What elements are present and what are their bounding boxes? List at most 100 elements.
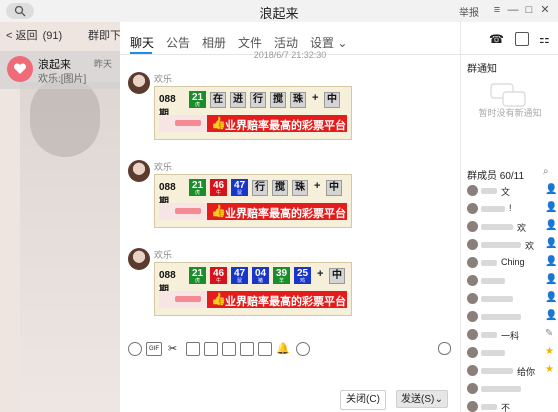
thumbs-up-icon: 👍 xyxy=(211,116,226,130)
document-icon[interactable] xyxy=(258,342,272,356)
tab-settings[interactable]: 设置 ⌄ xyxy=(310,34,347,51)
lottery-image[interactable]: 088期21虎46牛47鼠行搅珠+中👍业界赔率最高的彩票平台 xyxy=(154,174,352,228)
special-tag: 中 xyxy=(324,92,340,108)
thumbs-up-icon: 👍 xyxy=(211,204,226,218)
member-item[interactable]: Ching 👤 xyxy=(465,256,557,272)
scissors-icon[interactable]: ✂ xyxy=(168,342,180,355)
chat-list-item[interactable]: 浪起来 欢乐:[图片] 昨天 xyxy=(0,51,120,89)
member-role-icon: 👤 xyxy=(545,274,558,285)
blurred-name xyxy=(481,188,497,194)
number-ball: 46 牛 xyxy=(210,267,227,284)
folder-icon[interactable] xyxy=(186,342,200,356)
avatar[interactable] xyxy=(128,72,150,94)
heart-icon xyxy=(13,63,27,74)
tab-activity[interactable]: 活动 xyxy=(274,34,298,51)
chevron-down-icon[interactable]: ⌄ xyxy=(435,391,443,409)
member-item[interactable]: 给你 ★ xyxy=(465,364,557,380)
member-role-icon: 👤 xyxy=(545,310,558,321)
ball-zodiac: 羊 xyxy=(278,278,284,284)
blurred-name xyxy=(481,314,521,320)
avatar xyxy=(467,329,478,340)
member-item[interactable]: ! 👤 xyxy=(465,202,557,218)
blurred-name xyxy=(481,206,505,212)
member-item[interactable]: 欢 👤 xyxy=(465,220,557,236)
member-role-icon: ✎ xyxy=(545,328,554,339)
number-ball: 39 羊 xyxy=(273,267,290,284)
blurred-name xyxy=(481,278,505,284)
ball-zodiac: 牛 xyxy=(215,278,221,284)
calendar-icon[interactable] xyxy=(515,32,529,46)
send-button[interactable]: 发送(S) ⌄ xyxy=(396,390,448,408)
avatar xyxy=(467,257,478,268)
menu-icon[interactable]: ≡ xyxy=(490,3,504,17)
number-ball: 21 虎 xyxy=(189,267,206,284)
plus-sign: + xyxy=(317,268,324,280)
message-sender: 欢乐 xyxy=(154,74,173,84)
member-item[interactable] xyxy=(465,382,557,398)
report-button[interactable]: 举报 xyxy=(459,4,479,19)
ball-zodiac: 虎 xyxy=(194,102,200,108)
tab-files[interactable]: 文件 xyxy=(238,34,262,51)
avatar xyxy=(467,185,478,196)
status-tag: 在 xyxy=(210,92,226,108)
more-icon[interactable] xyxy=(296,342,310,356)
notice-title: 群通知 xyxy=(467,64,497,75)
number-ball: 47 鼠 xyxy=(231,267,248,284)
chat-preview: 欢乐:[图片] xyxy=(38,74,87,85)
member-name: 欢 xyxy=(525,241,535,251)
blurred-name xyxy=(481,368,513,374)
ball-zodiac: 鸡 xyxy=(299,278,305,284)
lottery-image[interactable]: 088期21虎在进行搅珠+中👍业界赔率最高的彩票平台 xyxy=(154,86,352,140)
ball-zodiac: 虎 xyxy=(194,278,200,284)
bell-icon[interactable]: 🔔 xyxy=(276,342,290,355)
ball-zodiac: 鼠 xyxy=(236,278,242,284)
number-ball: 21 虎 xyxy=(189,91,206,108)
search-icon[interactable]: ⌕ xyxy=(543,166,549,177)
member-name: 文 xyxy=(501,187,511,197)
emoji-icon[interactable] xyxy=(128,342,142,356)
tab-chat[interactable]: 聊天 xyxy=(130,34,154,51)
avatar[interactable] xyxy=(128,248,150,270)
phone-icon[interactable]: ☎ xyxy=(489,32,504,46)
avatar[interactable] xyxy=(128,160,150,182)
gif-icon[interactable]: GIF xyxy=(146,342,162,356)
member-item[interactable]: 不 xyxy=(465,400,557,412)
tab-album[interactable]: 相册 xyxy=(202,34,226,51)
member-item[interactable]: 👤 xyxy=(465,292,557,308)
maximize-icon[interactable]: □ xyxy=(522,3,536,17)
status-tag: 搅 xyxy=(270,92,286,108)
member-item[interactable]: 一科 ✎ xyxy=(465,328,557,344)
close-button[interactable]: 关闭(C) xyxy=(340,390,386,410)
member-item[interactable]: 👤 xyxy=(465,310,557,326)
member-name: 给你 xyxy=(517,367,536,377)
sidebar: < 返回 (91) 群即下 浪起来 欢乐:[图片] 昨天 xyxy=(0,22,120,412)
member-item[interactable]: ★ xyxy=(465,346,557,362)
grid-icon[interactable]: ⚏ xyxy=(539,32,551,46)
status-tag: 进 xyxy=(230,92,246,108)
close-icon[interactable]: ✕ xyxy=(538,3,552,17)
blurred-name xyxy=(481,386,521,392)
group-link[interactable]: 群即下 xyxy=(88,27,120,43)
message-sender: 欢乐 xyxy=(154,162,173,172)
status-tag: 行 xyxy=(250,92,266,108)
picture-icon[interactable] xyxy=(222,342,236,356)
lottery-image[interactable]: 088期21虎46牛47鼠04猪39羊25鸡+中👍业界赔率最高的彩票平台 xyxy=(154,262,352,316)
member-role-icon: 👤 xyxy=(545,184,558,195)
gift-icon[interactable] xyxy=(240,342,254,356)
member-item[interactable]: 欢 👤 xyxy=(465,238,557,254)
avatar xyxy=(467,311,478,322)
avatar xyxy=(467,221,478,232)
member-item[interactable]: 👤 xyxy=(465,274,557,290)
tab-announcement[interactable]: 公告 xyxy=(166,34,190,51)
avatar xyxy=(467,239,478,250)
blurred-name xyxy=(481,224,513,230)
member-item[interactable]: 文 👤 xyxy=(465,184,557,200)
minimize-icon[interactable]: — xyxy=(506,3,520,17)
unread-count: (91) xyxy=(42,30,63,42)
image-icon[interactable] xyxy=(204,342,218,356)
blurred-name xyxy=(481,404,497,410)
back-button[interactable]: < 返回 (91) 群即下 xyxy=(6,27,120,43)
member-role-icon: ★ xyxy=(545,346,554,357)
history-icon[interactable] xyxy=(438,342,451,355)
plus-sign: + xyxy=(312,92,319,104)
